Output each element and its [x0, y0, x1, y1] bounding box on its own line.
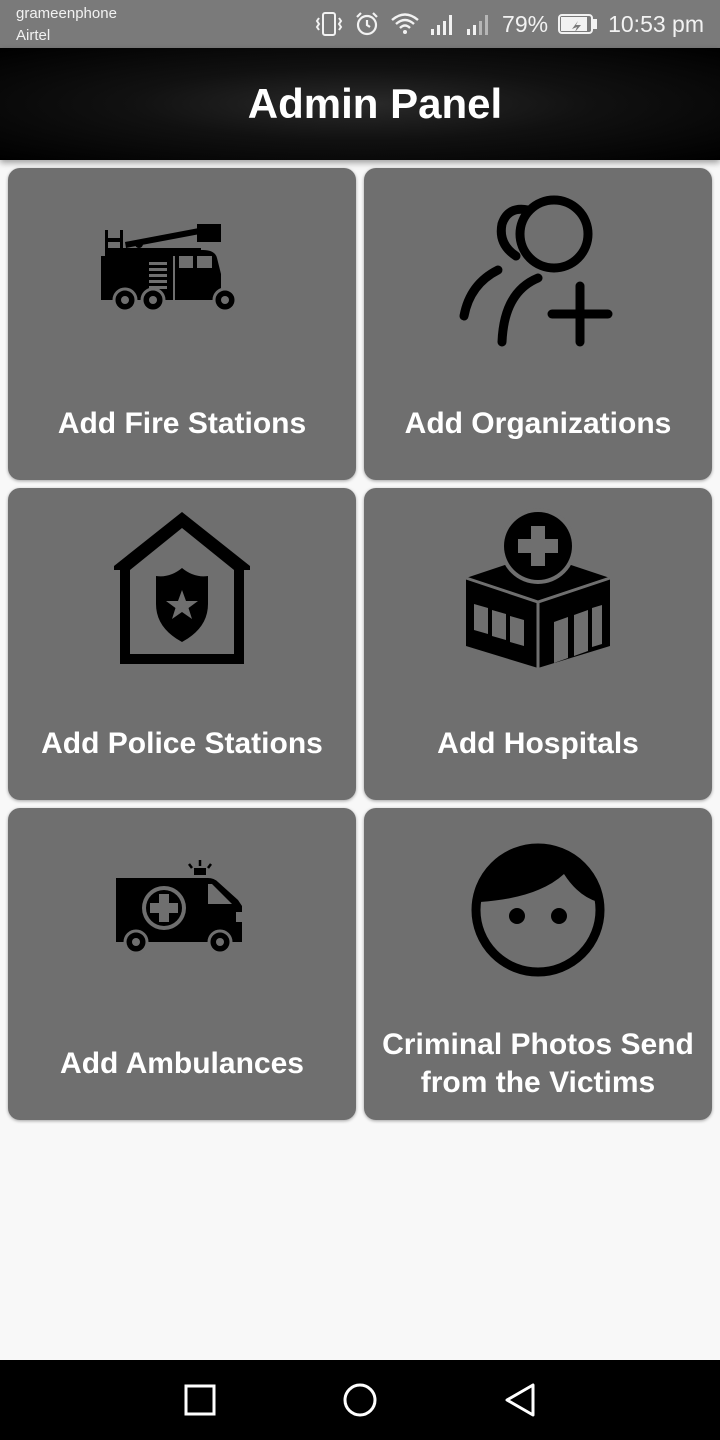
add-organizations-button[interactable]: Add Organizations: [364, 168, 712, 480]
add-fire-stations-button[interactable]: Add Fire Stations: [8, 168, 356, 480]
add-police-stations-button[interactable]: Add Police Stations: [8, 488, 356, 800]
battery-icon: [558, 13, 598, 35]
signal-icon: [430, 12, 456, 36]
tile-label: Add Fire Stations: [57, 407, 307, 440]
carrier-name-primary: grameenphone: [16, 5, 117, 22]
battery-percent: 79%: [502, 10, 549, 37]
criminal-photos-button[interactable]: Criminal Photos Send from the Victims: [364, 808, 712, 1120]
recent-apps-icon[interactable]: [180, 1380, 220, 1420]
add-hospitals-button[interactable]: Add Hospitals: [364, 488, 712, 800]
status-icons: 79% 10:53 pm: [314, 8, 704, 40]
tile-label: Add Organizations: [404, 407, 672, 440]
clock-time: 10:53 pm: [608, 10, 704, 37]
status-bar: grameenphone Airtel 79% 10:53 pm: [0, 0, 720, 48]
tile-label: Add Police Stations: [41, 727, 323, 760]
navigation-bar: [0, 1360, 720, 1440]
alarm-icon: [354, 11, 380, 37]
police-station-icon: [8, 506, 356, 670]
home-icon[interactable]: [340, 1380, 380, 1420]
back-icon[interactable]: [500, 1380, 540, 1420]
tile-label: Add Ambulances: [60, 1047, 304, 1080]
face-icon: [364, 840, 712, 980]
tile-label: Criminal Photos Send from the Victims: [382, 1028, 694, 1099]
carrier-name-secondary: Airtel: [16, 27, 51, 44]
wifi-icon: [390, 12, 420, 36]
page-title: Admin Panel: [247, 80, 503, 127]
ambulance-icon: [8, 858, 356, 958]
vibrate-icon: [314, 11, 344, 37]
app-bar: Admin Panel: [0, 48, 720, 160]
fire-truck-icon: [8, 218, 356, 318]
hospital-icon: [364, 506, 712, 670]
tile-label: Add Hospitals: [437, 727, 639, 760]
signal-icon: [466, 12, 492, 36]
add-user-icon: [364, 192, 712, 352]
add-ambulances-button[interactable]: Add Ambulances: [8, 808, 356, 1120]
